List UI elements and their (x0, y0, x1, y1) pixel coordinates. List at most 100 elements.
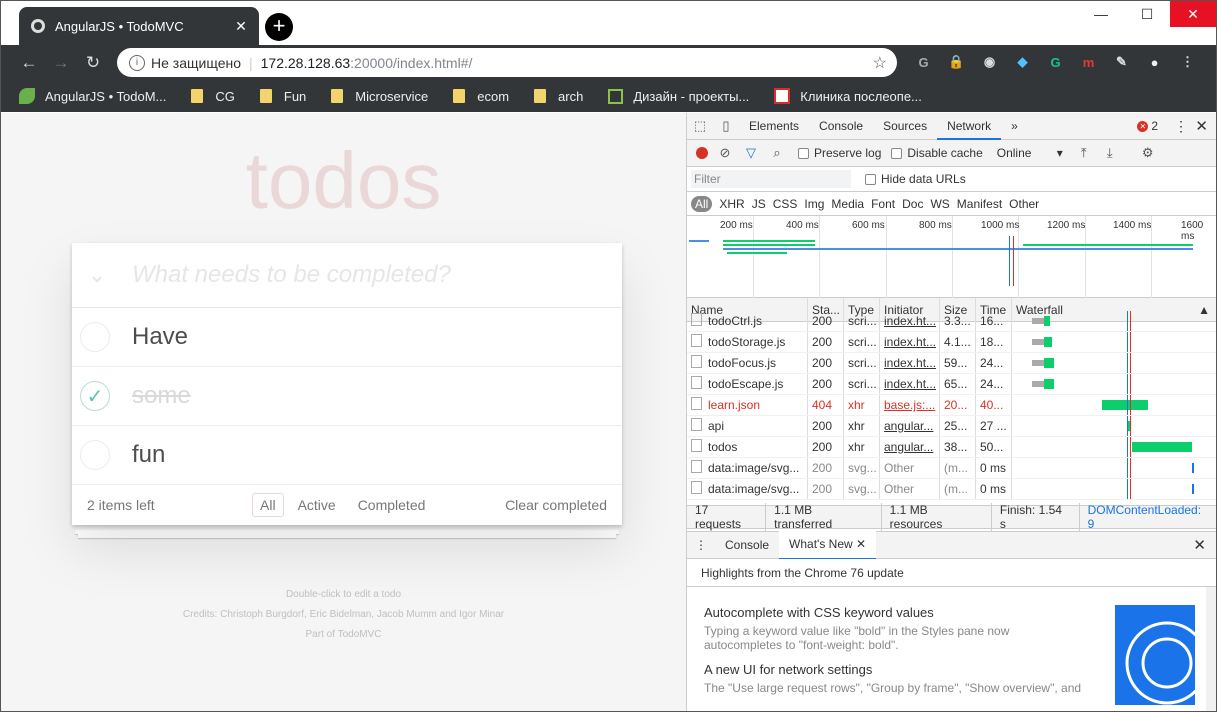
toggle-all-chevron-icon[interactable]: ⌄ (72, 262, 122, 288)
browser-tab[interactable]: AngularJS • TodoMVC ✕ (19, 7, 259, 45)
tab-close-icon[interactable]: ✕ (231, 18, 251, 35)
table-row[interactable]: data:image/svg... 200 svg... Other (m... 0 ms (687, 479, 1216, 500)
extension-m-icon[interactable]: m (1072, 52, 1105, 72)
network-overview[interactable]: 200 ms 400 ms 600 ms 800 ms 1000 ms 1200… (687, 216, 1216, 298)
filter-active[interactable]: Active (290, 493, 344, 517)
bookmark-cg[interactable]: CG (191, 89, 235, 104)
device-toggle-icon[interactable]: ▯ (713, 118, 739, 134)
tab-elements[interactable]: Elements (739, 113, 809, 140)
bookmark-design[interactable]: Дизайн - проекты... (608, 88, 749, 104)
table-row[interactable]: learn.json 404 xhr base.js:... 20... 40... (687, 395, 1216, 416)
type-filter-font[interactable]: Font (871, 197, 895, 211)
type-filter-doc[interactable]: Doc (902, 197, 923, 211)
todo-item[interactable]: fun (72, 426, 622, 485)
bookmark-angularjs[interactable]: AngularJS • TodoM... (19, 88, 166, 104)
drawer-close-icon[interactable]: ✕ (1193, 536, 1206, 554)
back-arrow-icon[interactable]: ← (13, 53, 45, 73)
request-initiator[interactable]: angular... (880, 437, 940, 457)
filter-input[interactable]: Filter (691, 170, 851, 188)
extension-circle-icon[interactable]: ◉ (973, 52, 1006, 72)
close-tab-icon[interactable]: ✕ (856, 537, 866, 551)
todo-label[interactable]: Have (132, 323, 188, 351)
extension-edit-icon[interactable]: ✎ (1105, 52, 1138, 72)
bookmark-fun[interactable]: Fun (259, 89, 306, 104)
extension-lock-icon[interactable]: 🔒 (940, 52, 973, 72)
clear-icon[interactable]: ⊘ (712, 145, 738, 161)
table-row[interactable]: api 200 xhr angular... 25... 27 ... (687, 416, 1216, 437)
import-icon[interactable]: ⤒ (1071, 145, 1097, 161)
extension-diamond-icon[interactable]: ◆ (1006, 52, 1039, 72)
type-filter-css[interactable]: CSS (773, 197, 798, 211)
disable-cache-toggle[interactable]: Disable cache (891, 146, 983, 160)
preserve-log-toggle[interactable]: Preserve log (798, 146, 881, 160)
filter-completed[interactable]: Completed (350, 493, 434, 517)
type-filter-ws[interactable]: WS (930, 197, 949, 211)
request-initiator[interactable]: index.ht... (880, 374, 940, 394)
todo-label[interactable]: fun (132, 441, 165, 469)
gear-icon[interactable]: ⚙ (1135, 145, 1161, 161)
request-initiator[interactable]: Other (880, 479, 940, 499)
todo-label[interactable]: some (132, 382, 191, 410)
minimize-button[interactable]: — (1078, 1, 1124, 27)
window-close-button[interactable]: ✕ (1170, 1, 1216, 27)
request-initiator[interactable]: index.ht... (880, 332, 940, 352)
tab-console[interactable]: Console (809, 113, 873, 140)
new-tab-button[interactable]: + (265, 13, 293, 41)
throttle-select[interactable]: Online ▾ (997, 146, 1067, 160)
request-initiator[interactable]: base.js:... (880, 395, 940, 415)
type-filter-all[interactable]: All (691, 195, 713, 212)
type-filter-manifest[interactable]: Manifest (957, 197, 1002, 211)
extension-g-icon[interactable]: G (907, 52, 940, 72)
extension-grammarly-icon[interactable]: G (1039, 52, 1072, 72)
bookmark-arch[interactable]: arch (534, 89, 583, 104)
filter-all[interactable]: All (252, 493, 284, 517)
info-icon[interactable]: i (129, 54, 145, 71)
bookmark-star-icon[interactable]: ☆ (873, 53, 887, 73)
table-row[interactable]: todoFocus.js 200 scri... index.ht... 59... 24… (687, 353, 1216, 374)
type-filter-js[interactable]: JS (752, 197, 766, 211)
type-filter-media[interactable]: Media (831, 197, 864, 211)
bookmark-ecom[interactable]: ecom (453, 89, 509, 104)
type-filter-img[interactable]: Img (804, 197, 824, 211)
browser-menu-icon[interactable]: ⋮ (1171, 52, 1204, 72)
forward-arrow-icon[interactable]: → (45, 53, 77, 73)
drawer-menu-icon[interactable]: ⋮ (687, 531, 715, 559)
drawer-tab-whats-new[interactable]: What's New ✕ (779, 530, 877, 560)
drawer-scrollbar[interactable] (1206, 587, 1216, 711)
table-row[interactable]: todoStorage.js 200 scri... index.ht... 4.1..… (687, 332, 1216, 353)
reload-icon[interactable]: ↻ (77, 53, 109, 73)
tab-sources[interactable]: Sources (873, 113, 937, 140)
request-initiator[interactable]: index.ht... (880, 353, 940, 373)
type-filter-xhr[interactable]: XHR (719, 197, 744, 211)
address-bar[interactable]: i Не защищено | 172.28.128.63 :20000/ind… (117, 48, 897, 77)
table-row[interactable]: data:image/svg... 200 svg... Other (m... 0 ms (687, 458, 1216, 479)
maximize-button[interactable]: ☐ (1124, 1, 1170, 27)
request-initiator[interactable]: index.ht... (880, 311, 940, 331)
table-row[interactable]: todoEscape.js 200 scri... index.ht... 65... 2… (687, 374, 1216, 395)
search-icon[interactable]: ⌕ (764, 145, 790, 161)
error-badge[interactable]: ✕ 2 (1137, 119, 1158, 133)
hide-data-urls-toggle[interactable]: Hide data URLs (865, 172, 966, 186)
table-row[interactable]: todoCtrl.js 200 scri... index.ht... 3.3... 16… (687, 311, 1216, 332)
profile-avatar-icon[interactable]: ● (1138, 52, 1171, 72)
devtools-close-icon[interactable]: ✕ (1195, 117, 1208, 135)
todo-checkbox[interactable] (80, 440, 110, 470)
record-icon[interactable] (696, 147, 708, 159)
todo-item[interactable]: ✓ some (72, 367, 622, 426)
inspect-icon[interactable]: ⬚ (687, 118, 713, 134)
todo-checkbox-checked[interactable]: ✓ (80, 381, 110, 411)
tab-network[interactable]: Network (937, 113, 1002, 140)
new-todo-input[interactable] (132, 261, 592, 289)
bookmark-clinic[interactable]: Клиника послеопе... (774, 88, 922, 104)
clear-completed-button[interactable]: Clear completed (505, 497, 607, 513)
export-icon[interactable]: ⤓ (1097, 145, 1123, 161)
request-initiator[interactable]: angular... (880, 416, 940, 436)
more-tabs-icon[interactable]: » (1001, 113, 1028, 140)
type-filter-other[interactable]: Other (1009, 197, 1039, 211)
bookmark-microservice[interactable]: Microservice (331, 89, 428, 104)
table-row[interactable]: todos 200 xhr angular... 38... 50... (687, 437, 1216, 458)
drawer-tab-console[interactable]: Console (715, 531, 779, 559)
filter-icon[interactable]: ▽ (738, 145, 764, 161)
devtools-menu-icon[interactable]: ⋮ (1174, 118, 1188, 135)
todo-item[interactable]: Have (72, 308, 622, 367)
